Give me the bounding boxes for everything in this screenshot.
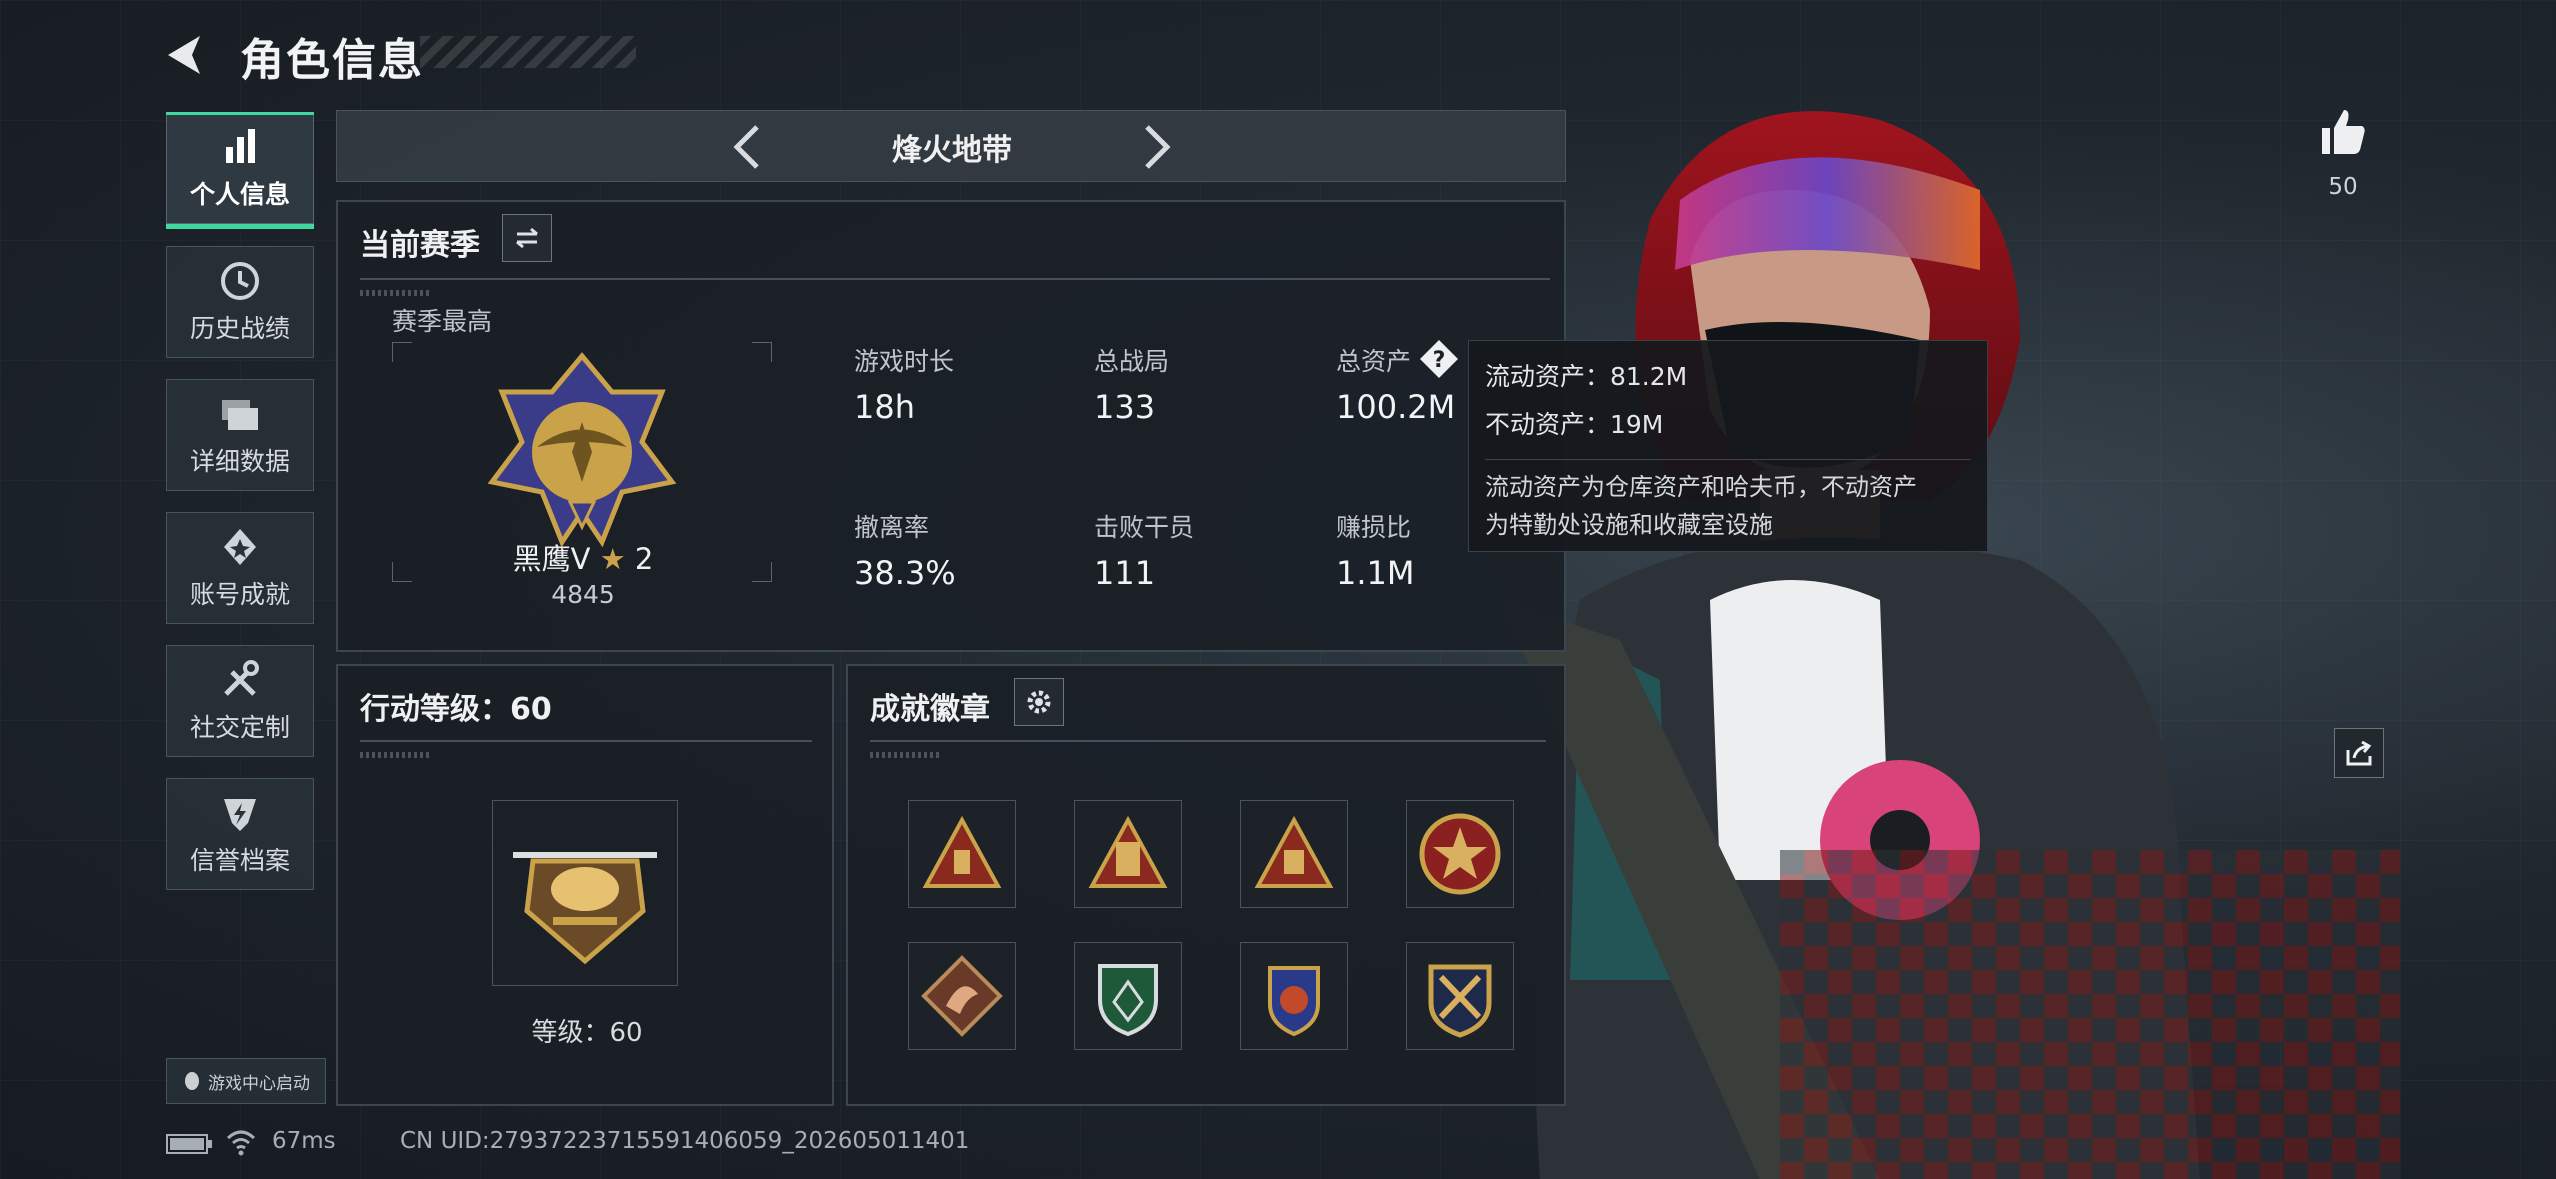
stat-label: 击败干员 [1094,513,1195,542]
season-panel: 当前赛季 赛季最高 黑鹰V ★ 2 4845 游戏时长 18h 总战局 133 … [336,200,1566,652]
sidebar-item-label: 信誉档案 [189,846,290,875]
triangle-badge-icon[interactable] [1240,800,1348,908]
tooltip-fixed-assets: 不动资产：19M [1485,410,1664,439]
black-hawk-rank-icon [487,352,677,548]
wing-shield-badge-icon[interactable] [1240,942,1348,1050]
triangle-badge-icon[interactable] [908,800,1016,908]
sidebar-item-social-custom[interactable]: 社交定制 [166,645,314,757]
dragon-badge-icon[interactable] [908,942,1016,1050]
shield-badge-icon[interactable] [1074,942,1182,1050]
ping-value: 67ms [272,1128,336,1154]
wifi-icon [226,1130,256,1156]
pixelated-region [1780,850,2400,1179]
sidebar-item-label: 账号成就 [189,580,290,609]
title-decoration [420,36,636,68]
tooltip-note: 流动资产为仓库资产和哈夫币，不动资产 为特勤处设施和收藏室设施 [1485,459,1971,544]
launch-label: 游戏中心启动 [208,1073,310,1094]
svg-text:?: ? [1433,348,1446,373]
achievement-star-icon [224,529,256,565]
stat-label: 撤离率 [854,513,930,542]
stat-value: 38.3% [854,554,956,592]
clock-history-icon [221,262,259,300]
decor-mark [360,290,430,296]
achievement-badges-panel: 成就徽章 [846,664,1566,1106]
stat-profit-loss: 赚损比 1.1M [1336,508,1415,592]
rank-stars: 2 [634,542,654,576]
assets-tooltip: 流动资产：81.2M 不动资产：19M 流动资产为仓库资产和哈夫币，不动资产 为… [1468,340,1988,552]
sidebar-item-achievements[interactable]: 账号成就 [166,512,314,624]
section-divider [360,278,1550,280]
crossed-swords-badge-icon[interactable] [1406,942,1514,1050]
bar-chart-icon [226,129,255,163]
stat-label: 总战局 [1094,347,1170,376]
sidebar-item-personal-info[interactable]: 个人信息 [166,112,314,229]
gear-icon [1027,690,1051,714]
sidebar-item-detailed-data[interactable]: 详细数据 [166,379,314,491]
share-icon [2346,740,2372,766]
tools-icon [224,660,259,696]
folders-icon [222,400,258,430]
decor-mark [870,752,940,758]
penguin-icon [185,1072,199,1090]
season-best-label: 赛季最高 [392,307,493,336]
back-arrow-icon[interactable] [160,30,210,80]
stat-value: 100.2M [1336,388,1456,426]
rank-name-row: 黑鹰V ★ 2 [488,536,678,578]
thumbs-up-icon[interactable] [2316,104,2370,158]
sidebar-item-label: 个人信息 [189,180,290,209]
chevron-right-icon[interactable] [1127,119,1183,175]
section-divider [360,740,812,742]
mode-title: 烽火地带 [892,133,1012,168]
season-title: 当前赛季 [360,228,480,263]
stat-play-time: 游戏时长 18h [854,342,954,426]
sidebar-item-credit-record[interactable]: 信誉档案 [166,778,314,890]
player-uid: CN UID:279372237155914060​59_20260501140… [400,1128,970,1154]
page-title: 角色信息 [240,35,424,86]
sidebar-item-label: 历史战绩 [189,314,290,343]
stat-label: 游戏时长 [854,347,955,376]
section-divider [870,740,1546,742]
sidebar-item-label: 社交定制 [189,713,290,742]
rank-score: 4845 [551,580,615,609]
stat-value: 18h [854,388,915,426]
tooltip-note-line: 流动资产为仓库资产和哈夫币，不动资产 [1485,473,1917,501]
stat-operators-defeated: 击败干员 111 [1094,508,1194,592]
level-label: 等级：60 [531,1018,643,1048]
stat-total-matches: 总战局 133 [1094,342,1169,426]
rank-name: 黑鹰V [512,542,591,576]
game-center-launch-button[interactable]: 游戏中心启动 [166,1058,326,1104]
like-count: 50 [2328,174,2358,200]
swap-icon [516,227,538,249]
help-icon[interactable]: ? [1418,338,1460,380]
stat-value: 111 [1094,554,1156,592]
share-button[interactable] [2334,728,2384,778]
stat-value: 1.1M [1336,554,1415,592]
tooltip-liquid-assets: 流动资产：81.2M [1485,362,1688,391]
star-medal-icon[interactable] [1406,800,1514,908]
action-level-title: 行动等级：60 [360,692,552,727]
action-level-panel: 行动等级：60 等级：60 [336,664,834,1106]
sidebar-item-label: 详细数据 [189,447,290,476]
decor-mark [360,752,430,758]
switch-season-button[interactable] [502,214,552,262]
stat-value: 133 [1094,388,1156,426]
sidebar-item-match-history[interactable]: 历史战绩 [166,246,314,358]
shield-bolt-icon [224,799,256,831]
badges-title: 成就徽章 [870,692,990,727]
level-emblem-frame [492,800,678,986]
mode-selector: 烽火地带 [336,110,1566,182]
star-icon: ★ [599,542,626,576]
battery-icon [166,1134,212,1154]
helicopter-badge-icon [513,852,657,965]
stat-extraction-rate: 撤离率 38.3% [854,508,956,592]
stat-label: 赚损比 [1336,513,1412,542]
badge-settings-button[interactable] [1014,678,1064,726]
triangle-badge-icon[interactable] [1074,800,1182,908]
tooltip-note-line: 为特勤处设施和收藏室设施 [1485,511,1773,539]
